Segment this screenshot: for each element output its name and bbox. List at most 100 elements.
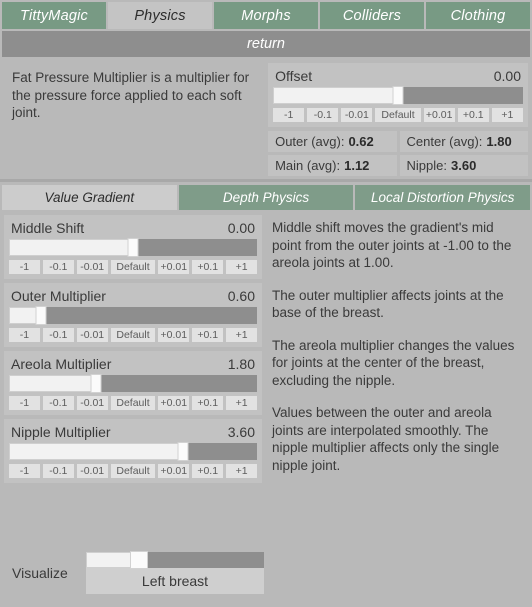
offset-step-minus-0.01[interactable]: -0.01: [341, 108, 373, 122]
stat-value: 1.80: [486, 134, 512, 149]
outer-multiplier-step-buttons: -1 -0.1 -0.01 Default +0.01 +0.1 +1: [9, 328, 258, 342]
nipple-multiplier-step-plus-0.01[interactable]: +0.01: [158, 464, 190, 478]
areola-multiplier-step-plus-1[interactable]: +1: [226, 396, 258, 410]
middle-shift-step-buttons: -1 -0.1 -0.01 Default +0.01 +0.1 +1: [9, 260, 258, 274]
main-tab-bar: TittyMagic Physics Morphs Colliders Clot…: [0, 0, 532, 31]
visualize-value: Left breast: [86, 568, 264, 594]
info-description: Fat Pressure Multiplier is a multiplier …: [12, 70, 250, 120]
help-paragraph-areola-multiplier: The areola multiplier changes the values…: [272, 337, 515, 388]
middle-shift-step-plus-0.1[interactable]: +0.1: [192, 260, 224, 274]
outer-multiplier-step-minus-1[interactable]: -1: [9, 328, 40, 342]
help-paragraph-middle-shift: Middle shift moves the gradient's mid po…: [272, 220, 512, 270]
offset-step-plus-0.01[interactable]: +0.01: [423, 108, 455, 122]
stat-label: Outer (avg):: [275, 134, 345, 149]
nipple-multiplier-handle[interactable]: [177, 442, 189, 461]
tab-label: Physics: [134, 7, 186, 24]
offset-slider-fill: [273, 87, 399, 104]
outer-multiplier-step-minus-0.1[interactable]: -0.1: [42, 328, 74, 342]
visualize-slider-handle[interactable]: [130, 551, 149, 569]
offset-step-plus-0.1[interactable]: +0.1: [457, 108, 489, 122]
offset-slider-handle[interactable]: [392, 86, 404, 105]
middle-shift-header: Middle Shift 0.00: [9, 219, 257, 239]
offset-step-plus-1[interactable]: +1: [491, 108, 523, 122]
outer-multiplier-step-minus-0.01[interactable]: -0.01: [76, 328, 108, 342]
offset-slider-widget: Offset 0.00 -1 -0.1 -0.01 Default +0.01 …: [268, 63, 528, 127]
stat-main-avg: Main (avg): 1.12: [268, 155, 397, 176]
areola-multiplier-fill: [9, 375, 96, 392]
areola-multiplier-step-minus-0.01[interactable]: -0.01: [76, 396, 108, 410]
visualize-selector: Left breast: [86, 551, 264, 594]
areola-multiplier-step-plus-0.1[interactable]: +0.1: [192, 396, 224, 410]
offset-step-minus-0.1[interactable]: -0.1: [307, 108, 339, 122]
gradient-sliders-column: Middle Shift 0.00 -1 -0.1 -0.01 Default …: [4, 215, 262, 489]
tab-physics[interactable]: Physics: [108, 2, 212, 29]
nipple-multiplier-header: Nipple Multiplier 3.60: [9, 423, 257, 443]
tab-morphs[interactable]: Morphs: [214, 2, 318, 29]
subtab-value-gradient[interactable]: Value Gradient: [2, 185, 177, 210]
nipple-multiplier-step-plus-0.1[interactable]: +0.1: [192, 464, 224, 478]
nipple-multiplier-step-minus-1[interactable]: -1: [9, 464, 40, 478]
nipple-multiplier-step-plus-1[interactable]: +1: [226, 464, 258, 478]
middle-shift-step-minus-0.01[interactable]: -0.01: [76, 260, 108, 274]
tab-clothing[interactable]: Clothing: [426, 2, 530, 29]
areola-multiplier-step-minus-0.1[interactable]: -0.1: [42, 396, 74, 410]
offset-step-default[interactable]: Default: [375, 108, 421, 122]
middle-shift-step-plus-1[interactable]: +1: [226, 260, 258, 274]
return-button[interactable]: return: [2, 31, 530, 57]
tab-label: Clothing: [450, 7, 506, 24]
value-gradient-panel: Middle Shift 0.00 -1 -0.1 -0.01 Default …: [0, 210, 532, 489]
tab-colliders[interactable]: Colliders: [320, 2, 424, 29]
stat-center-avg: Center (avg): 1.80: [399, 131, 528, 152]
areola-multiplier-slider-widget: Areola Multiplier 1.80 -1 -0.1 -0.01 Def…: [4, 351, 262, 415]
areola-multiplier-step-minus-1[interactable]: -1: [9, 396, 40, 410]
nipple-multiplier-step-minus-0.1[interactable]: -0.1: [42, 464, 74, 478]
middle-shift-track[interactable]: [9, 238, 257, 257]
offset-slider-track[interactable]: [273, 86, 523, 105]
nipple-multiplier-step-default[interactable]: Default: [110, 464, 156, 478]
subtab-depth-physics[interactable]: Depth Physics: [178, 185, 354, 210]
subtab-label: Value Gradient: [44, 190, 135, 205]
visualize-label: Visualize: [12, 565, 68, 581]
areola-multiplier-step-default[interactable]: Default: [110, 396, 156, 410]
outer-multiplier-handle[interactable]: [35, 306, 47, 325]
stat-label: Nipple:: [406, 158, 447, 173]
nipple-multiplier-fill: [9, 443, 183, 460]
tab-label: TittyMagic: [20, 7, 88, 24]
middle-shift-step-minus-0.1[interactable]: -0.1: [42, 260, 74, 274]
stat-value: 1.12: [344, 158, 370, 173]
middle-shift-step-default[interactable]: Default: [110, 260, 156, 274]
stat-label: Main (avg):: [275, 158, 341, 173]
areola-multiplier-label: Areola Multiplier: [11, 356, 112, 372]
nipple-multiplier-track[interactable]: [9, 442, 257, 461]
middle-shift-step-minus-1[interactable]: -1: [9, 260, 40, 274]
nipple-multiplier-step-minus-0.01[interactable]: -0.01: [76, 464, 108, 478]
sub-tab-bar: Value Gradient Depth Physics Local Disto…: [2, 185, 531, 210]
offset-step-minus-1[interactable]: -1: [273, 108, 305, 122]
nipple-multiplier-slider-widget: Nipple Multiplier 3.60 -1 -0.1 -0.01 Def…: [4, 419, 262, 483]
middle-shift-label: Middle Shift: [11, 220, 85, 236]
areola-multiplier-handle[interactable]: [90, 374, 102, 393]
offset-column: Offset 0.00 -1 -0.1 -0.01 Default +0.01 …: [268, 63, 528, 176]
areola-multiplier-track[interactable]: [9, 374, 257, 393]
outer-multiplier-track[interactable]: [9, 306, 257, 325]
stat-value: 0.62: [348, 134, 374, 149]
middle-shift-fill: [9, 239, 133, 256]
stats-grid: Outer (avg): 0.62 Center (avg): 1.80 Main …: [268, 131, 528, 176]
tab-tittymagic[interactable]: TittyMagic: [2, 2, 106, 29]
app-window: TittyMagic Physics Morphs Colliders Clot…: [0, 0, 532, 607]
subtab-local-distortion-physics[interactable]: Local Distortion Physics: [355, 185, 531, 210]
areola-multiplier-step-plus-0.01[interactable]: +0.01: [158, 396, 190, 410]
middle-shift-slider-widget: Middle Shift 0.00 -1 -0.1 -0.01 Default …: [4, 215, 262, 279]
outer-multiplier-step-plus-0.1[interactable]: +0.1: [192, 328, 224, 342]
outer-multiplier-value: 0.60: [227, 288, 255, 304]
subtab-label: Depth Physics: [222, 190, 310, 205]
help-paragraph-outer-multiplier: The outer multiplier affects joints at t…: [272, 287, 504, 321]
outer-multiplier-step-plus-1[interactable]: +1: [226, 328, 258, 342]
visualize-slider-track[interactable]: [86, 551, 264, 569]
outer-multiplier-step-default[interactable]: Default: [110, 328, 156, 342]
outer-multiplier-step-plus-0.01[interactable]: +0.01: [158, 328, 190, 342]
offset-step-buttons: -1 -0.1 -0.01 Default +0.01 +0.1 +1: [273, 108, 523, 122]
stat-label: Center (avg):: [406, 134, 483, 149]
middle-shift-handle[interactable]: [127, 238, 139, 257]
middle-shift-step-plus-0.01[interactable]: +0.01: [158, 260, 190, 274]
